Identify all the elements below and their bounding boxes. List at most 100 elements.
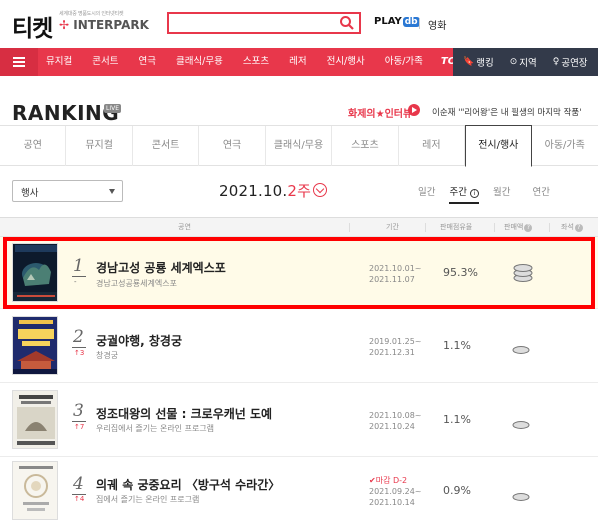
playdb-badge: db [402, 17, 420, 27]
nav-item-play[interactable]: 연극 [138, 48, 155, 76]
main-nav: 뮤지컬 콘서트 연극 클래식/무용 스포츠 레저 전시/행사 아동/가족 TOP… [0, 48, 598, 76]
nav-region[interactable]: ⊙ 지역 [510, 48, 537, 76]
venue-pin-icon: ♀ [552, 57, 560, 67]
coin-icon [512, 421, 530, 429]
tab-yearly[interactable]: 연간 [532, 180, 549, 204]
nav-item-sports[interactable]: 스포츠 [243, 48, 269, 76]
hamburger-icon [13, 57, 25, 67]
search-icon[interactable] [339, 15, 355, 31]
table-row[interactable]: 3 ↑7 정조대왕의 선물 : 크로우캐넌 도예 우리집에서 즐기는 온라인 프… [0, 383, 598, 457]
tab-daily[interactable]: 일간 [418, 180, 435, 204]
period-end: 2021.12.31 [369, 348, 415, 357]
closing-badge: ✔마감 D-2 [369, 476, 408, 485]
sales-share: 1.1% [443, 339, 471, 352]
show-title[interactable]: 의궤 속 궁중요리 〈방구석 수라간〉 [96, 476, 280, 493]
poster-image[interactable] [12, 390, 58, 449]
show-venue: 창경궁 [96, 351, 119, 360]
table-row[interactable]: 2 ↑3 궁궐야행, 창경궁 창경궁 2019.01.25~ 2021.12.3… [0, 309, 598, 383]
coin-icon [512, 493, 530, 501]
poster-image[interactable] [12, 461, 58, 520]
play-arrow-icon[interactable] [408, 104, 420, 116]
sales-share: 1.1% [443, 413, 471, 426]
poster-art [13, 462, 57, 519]
period-tabs: 일간 주간 i 월간 연간 [418, 180, 550, 204]
coin-icon [512, 346, 530, 354]
tab-weekly[interactable]: 주간 i [449, 180, 479, 204]
nav-item-exhibition[interactable]: 전시/행사 [327, 48, 365, 76]
tab-musical[interactable]: 뮤지컬 [66, 126, 133, 166]
interpark-logo-mark: ✢ [59, 18, 70, 32]
show-period: 2019.01.25~ 2021.12.31 [369, 336, 422, 358]
header-divider [419, 18, 420, 29]
nav-item-kids[interactable]: 아동/가족 [385, 48, 423, 76]
nav-item-concert[interactable]: 콘서트 [92, 48, 118, 76]
col-seats: 좌석? [561, 222, 583, 232]
rank-change: ↑7 [74, 423, 85, 431]
nav-utility: 🔖 랭킹 ⊙ 지역 ♀ 공연장 [453, 48, 598, 76]
col-show: 공연 [178, 223, 191, 231]
help-icon[interactable]: ? [524, 224, 533, 232]
nav-ranking-label: 랭킹 [476, 58, 494, 69]
tab-weekly-label: 주간 [449, 187, 467, 198]
table-header: 공연 기간 판매점유율 판매액? 좌석? [0, 217, 598, 237]
playdb-link[interactable]: PLAY db [374, 16, 420, 27]
sales-share: 0.9% [443, 484, 471, 497]
poster-art [13, 391, 57, 448]
tab-concert[interactable]: 콘서트 [133, 126, 200, 166]
date-prefix: 2021.10. [219, 182, 288, 200]
nav-venue[interactable]: ♀ 공연장 [553, 48, 588, 76]
rank-change: ↑4 [74, 495, 85, 503]
genre-select-value: 행사 [21, 188, 39, 199]
bookmark-icon: 🔖 [463, 57, 475, 67]
nav-ranking[interactable]: 🔖 랭킹 [463, 48, 494, 76]
interview-banner-text[interactable]: 이순재 '"리어왕'은 내 필생의 마지막 작품' [432, 106, 582, 118]
period-start: 2019.01.25~ [369, 337, 422, 346]
nav-item-musical[interactable]: 뮤지컬 [46, 48, 72, 76]
live-badge: LIVE [104, 104, 122, 113]
show-venue: 우리집에서 즐기는 온라인 프로그램 [96, 424, 215, 433]
tab-leisure[interactable]: 레저 [399, 126, 466, 166]
show-period: 2021.10.08~ 2021.10.24 [369, 410, 422, 432]
movie-link[interactable]: 영화 [428, 17, 446, 32]
nav-category-list: 뮤지컬 콘서트 연극 클래식/무용 스포츠 레저 전시/행사 아동/가족 TOP… [38, 48, 484, 76]
rank-number: 3 [73, 401, 84, 421]
poster-image[interactable] [12, 316, 58, 375]
col-share: 판매점유율 [440, 223, 473, 231]
interpark-logo[interactable]: ✢ INTERPARK [59, 18, 149, 32]
period-start: 2021.09.24~ [369, 487, 422, 496]
highlight-frame [3, 237, 595, 309]
interview-banner-label[interactable]: 화제의★인터뷰 [348, 105, 412, 120]
show-title[interactable]: 정조대왕의 선물 : 크로우캐넌 도예 [96, 405, 272, 422]
interpark-logo-text: INTERPARK [73, 18, 149, 32]
tab-sports[interactable]: 스포츠 [332, 126, 399, 166]
show-title[interactable]: 궁궐야행, 창경궁 [96, 332, 182, 349]
tab-kids[interactable]: 아동/가족 [532, 126, 598, 166]
info-icon[interactable]: i [470, 189, 479, 198]
period-end: 2021.10.24 [369, 422, 415, 431]
col-seats-label: 좌석 [561, 223, 574, 231]
logo-tagline: 세계대중 명품도시의 인터넷티켓 [59, 11, 124, 17]
rank-divider [72, 347, 86, 348]
tab-play[interactable]: 연극 [199, 126, 266, 166]
date-week: 2주 [287, 182, 312, 200]
nav-item-leisure[interactable]: 레저 [289, 48, 306, 76]
ticket-logo[interactable]: 티켓 [12, 9, 53, 43]
chevron-down-icon[interactable] [313, 183, 328, 197]
help-icon[interactable]: ? [574, 224, 583, 232]
table-row[interactable]: 4 ↑4 의궤 속 궁중요리 〈방구석 수라간〉 집에서 즐기는 온라인 프로그… [0, 457, 598, 527]
col-sales-label: 판매액 [504, 223, 524, 231]
tab-monthly[interactable]: 월간 [493, 180, 510, 204]
tab-performance[interactable]: 공연 [0, 126, 67, 166]
nav-item-classic[interactable]: 클래식/무용 [176, 48, 223, 76]
period-end: 2021.10.14 [369, 498, 415, 507]
menu-button[interactable] [0, 48, 38, 76]
rank-number: 2 [73, 327, 84, 347]
rank-change: ↑3 [74, 349, 85, 357]
tab-exhibition[interactable]: 전시/행사 [465, 125, 532, 167]
search-input[interactable] [167, 12, 361, 34]
genre-select[interactable]: 행사 [12, 180, 123, 202]
dropdown-arrow-icon [109, 189, 115, 194]
tab-classic[interactable]: 클래식/무용 [266, 126, 333, 166]
category-tabs: 공연 뮤지컬 콘서트 연극 클래식/무용 스포츠 레저 전시/행사 아동/가족 [0, 125, 598, 167]
show-period: ✔마감 D-2 2021.09.24~ 2021.10.14 [369, 475, 422, 508]
